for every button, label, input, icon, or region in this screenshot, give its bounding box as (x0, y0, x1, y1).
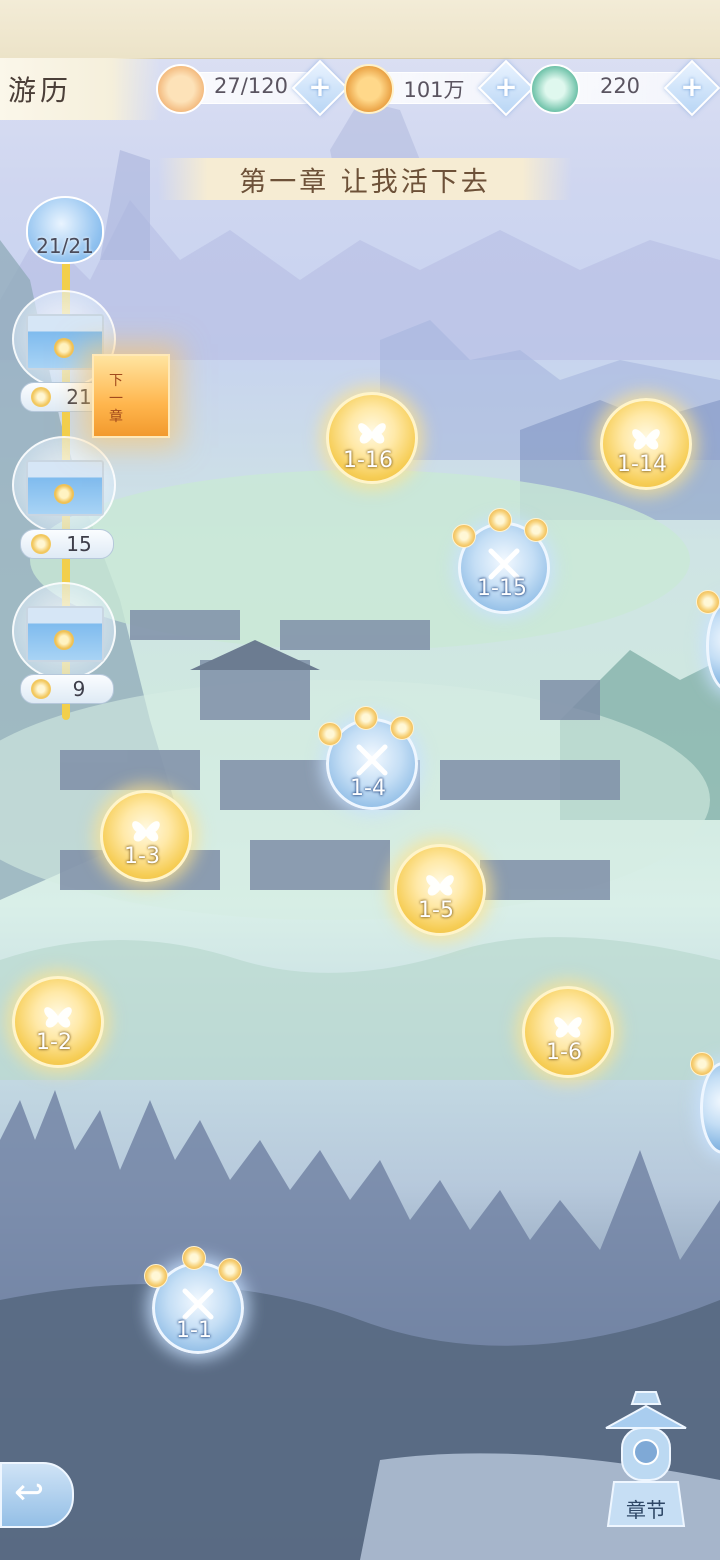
next-chapter-label: 下一章 (109, 373, 123, 425)
coin-icon (344, 64, 394, 114)
star-flower-icon (696, 590, 720, 614)
chapter-button-label: 章节 (626, 1498, 666, 1522)
page-title: 游历 (8, 74, 73, 107)
jade-dragon-icon (530, 64, 580, 114)
star-flower-icon (390, 716, 414, 740)
add-jade-button[interactable]: + (663, 59, 720, 117)
star-flower-icon (182, 1246, 206, 1270)
stamina-cat-icon (156, 64, 206, 114)
coin-value: 101万 (403, 78, 465, 102)
progress-total: 21/21 (36, 234, 94, 258)
star-flower-icon (144, 1264, 168, 1288)
chapter-title: 第一章 让我活下去 (239, 167, 491, 198)
stage-label: 1-5 (418, 898, 454, 923)
stage-label: 1-15 (477, 576, 527, 601)
stage-label: 1-1 (176, 1318, 212, 1343)
star-flower-icon (488, 508, 512, 532)
star-flower-icon (318, 722, 342, 746)
reward-requirement-9: 9 (20, 674, 114, 704)
star-flower-icon (690, 1052, 714, 1076)
flower-icon (54, 630, 74, 650)
add-stamina-button[interactable]: + (291, 59, 349, 117)
top-decor-strip (0, 0, 720, 59)
reward-requirement-15: 15 (20, 529, 114, 559)
flower-icon (31, 679, 51, 699)
star-flower-icon (452, 524, 476, 548)
stamina-value: 27/120 (214, 74, 288, 98)
flower-icon (54, 338, 74, 358)
star-flower-icon (354, 706, 378, 730)
next-chapter-lantern[interactable] (92, 354, 170, 438)
stage-label: 1-2 (36, 1030, 72, 1055)
butterfly-icon (358, 423, 386, 444)
stage-label: 1-3 (124, 844, 160, 869)
stage-label: 1-4 (350, 776, 386, 801)
flower-icon (54, 484, 74, 504)
stage-label: 1-6 (546, 1040, 582, 1065)
stage-label: 1-14 (617, 452, 667, 477)
crossed-swords-icon (182, 1288, 214, 1320)
star-flower-icon (524, 518, 548, 542)
jade-value: 220 (599, 74, 641, 98)
back-arrow-icon: ↩ (14, 1472, 45, 1513)
reward-chest-15[interactable] (12, 436, 116, 534)
top-bar: 游历 27/120 + 101万 + 220 + (0, 0, 720, 120)
flower-icon (31, 387, 51, 407)
flower-icon (31, 534, 51, 554)
add-coin-button[interactable]: + (477, 59, 535, 117)
crossed-swords-icon (356, 744, 388, 776)
stage-label: 1-16 (343, 448, 393, 473)
reward-chest-9[interactable] (12, 582, 116, 680)
star-flower-icon (218, 1258, 242, 1282)
back-button[interactable]: ↩ (0, 1462, 74, 1528)
